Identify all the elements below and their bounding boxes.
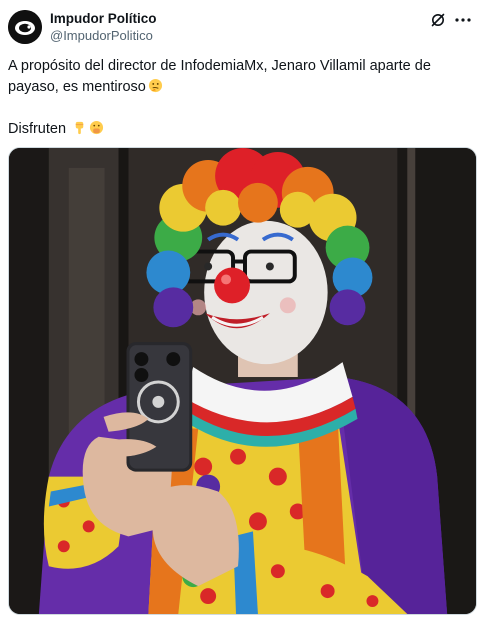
- tweet-text: A propósito del director de InfodemiaMx,…: [8, 56, 472, 140]
- grok-icon[interactable]: [430, 12, 446, 28]
- tweet-line-2-text: Disfruten: [8, 121, 67, 137]
- tweet-line-1-text: A propósito del director de InfodemiaMx,…: [8, 58, 431, 95]
- display-name[interactable]: Impudor Político: [50, 11, 157, 27]
- pointing-down-emoji-icon: [72, 120, 87, 135]
- clown-selfie-photo-icon: [9, 148, 476, 614]
- thinking-face-emoji-icon: [148, 78, 163, 93]
- line-spacer: [8, 98, 472, 119]
- more-horizontal-icon[interactable]: [454, 12, 472, 28]
- tweet-line-1: A propósito del director de InfodemiaMx,…: [8, 56, 472, 98]
- tweet-line-2: Disfruten: [8, 119, 472, 140]
- avatar-logo-icon: [8, 10, 42, 44]
- author-names: Impudor Político @ImpudorPolitico: [50, 11, 157, 44]
- tweet-media-photo[interactable]: [8, 147, 477, 615]
- avatar[interactable]: [8, 10, 42, 44]
- tweet-header: Impudor Político @ImpudorPolitico: [8, 10, 472, 46]
- face-with-hand-over-mouth-emoji-icon: [89, 120, 104, 135]
- handle[interactable]: @ImpudorPolitico: [50, 27, 157, 44]
